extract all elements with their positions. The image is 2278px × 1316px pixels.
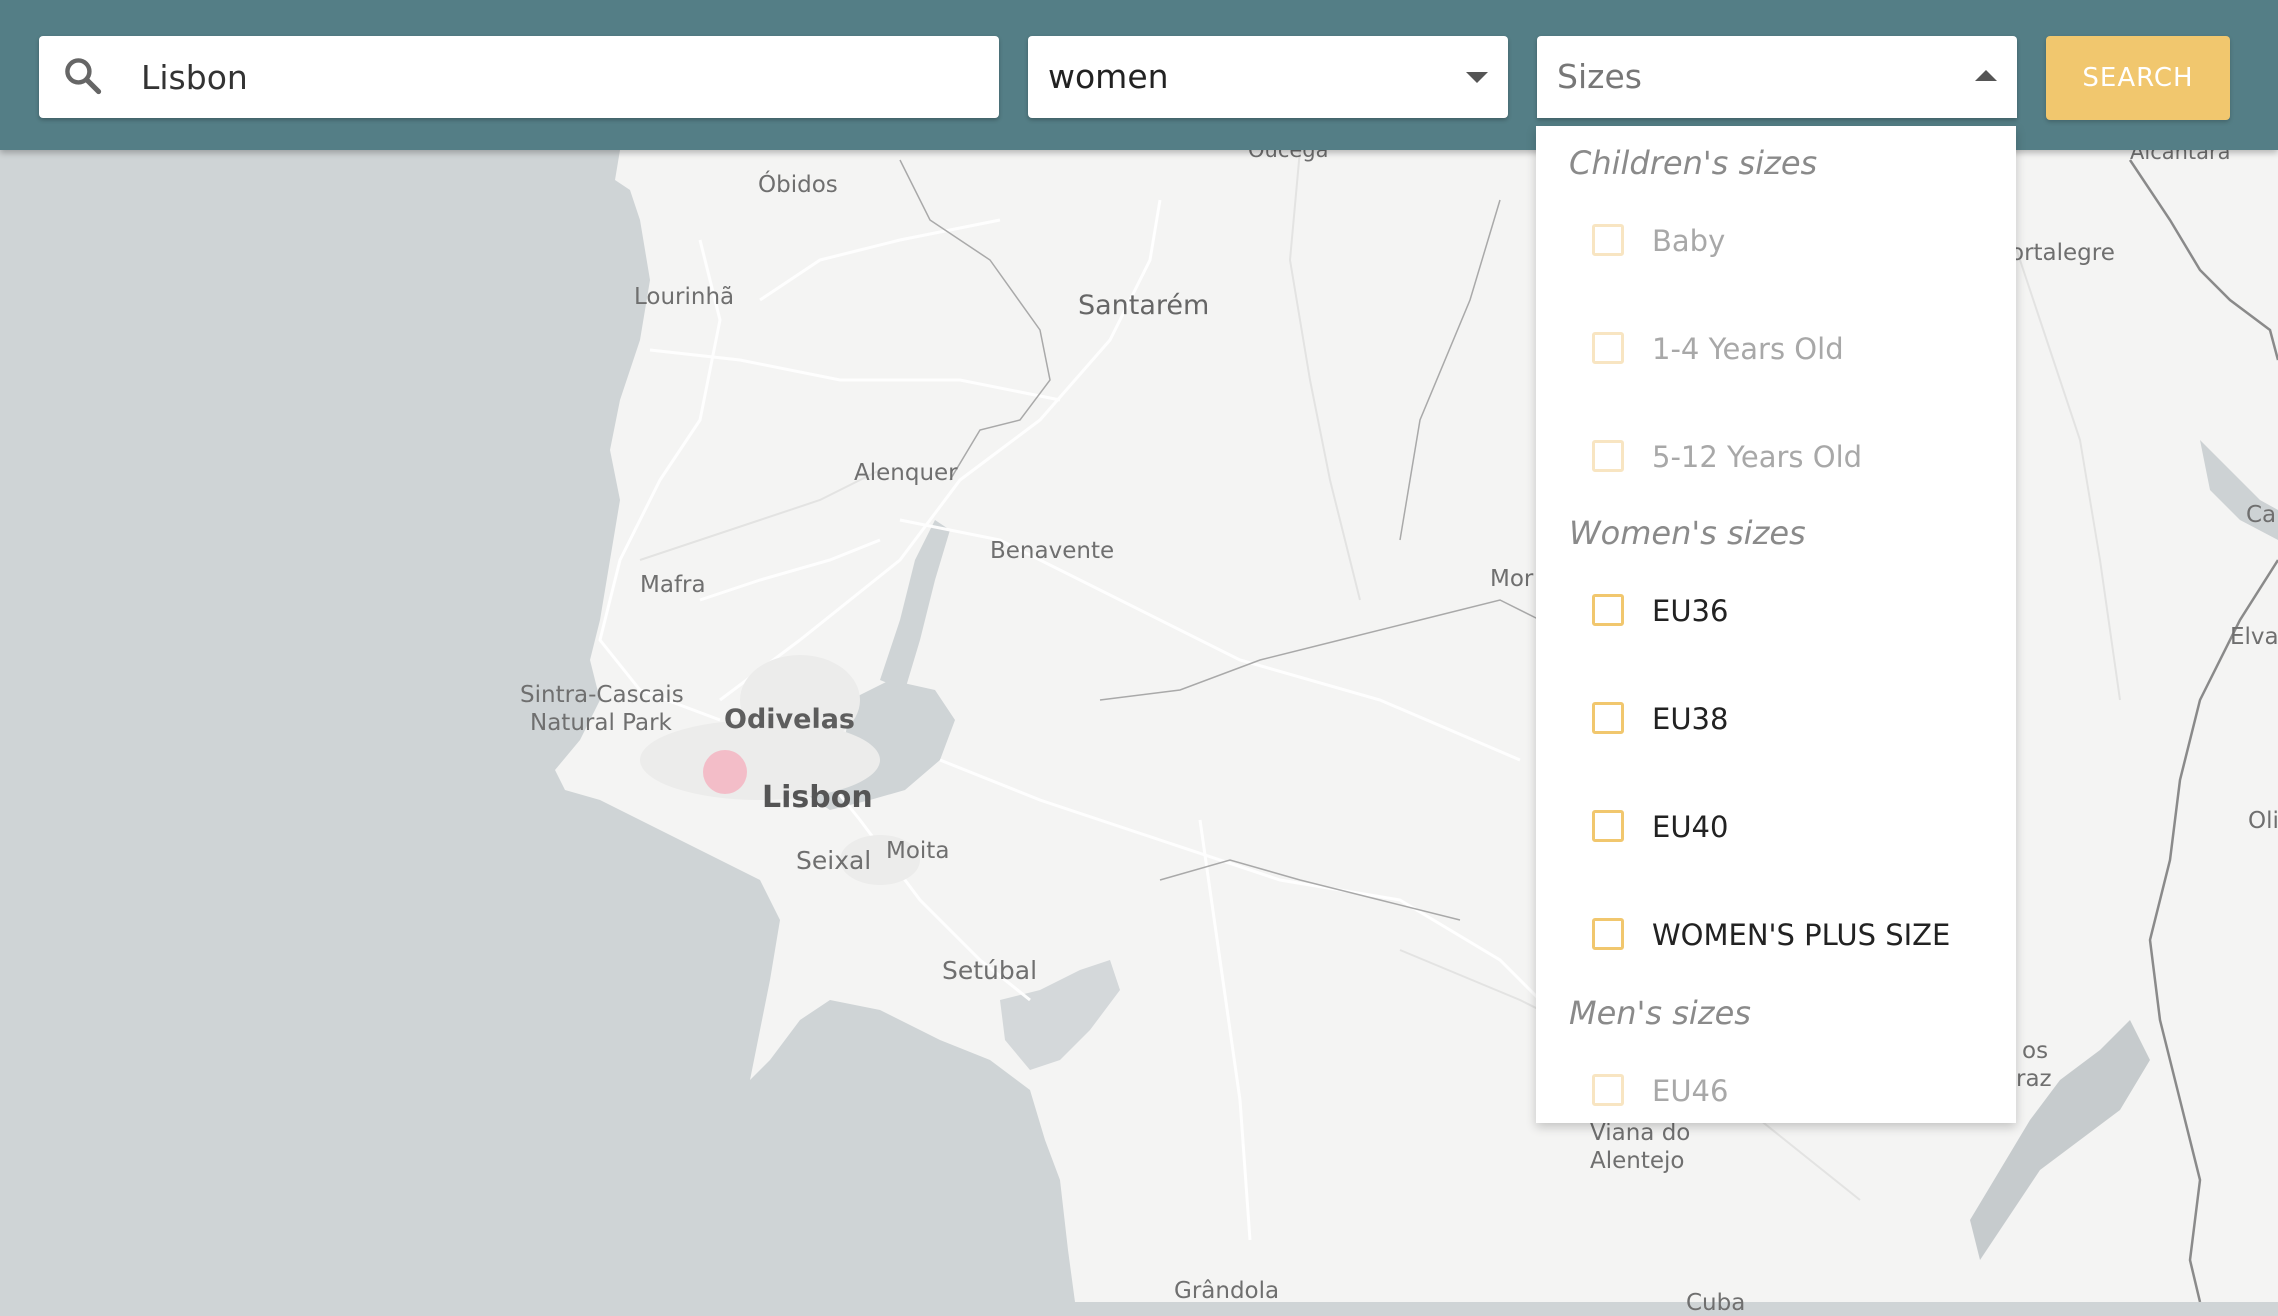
- map-label-santarem: Santarém: [1078, 290, 1210, 321]
- map-label-obidos: Óbidos: [758, 172, 838, 198]
- map-label-elvas: Elvas: [2230, 624, 2278, 650]
- size-option-label: EU46: [1652, 1074, 1729, 1108]
- checkbox: [1592, 440, 1624, 472]
- checkbox[interactable]: [1592, 810, 1624, 842]
- sizes-select[interactable]: Sizes: [1537, 36, 2017, 118]
- map-label-portalegre: ortalegre: [2010, 240, 2115, 266]
- map-label-mafra: Mafra: [640, 572, 706, 598]
- size-option-baby: Baby: [1536, 202, 2016, 282]
- checkbox: [1592, 332, 1624, 364]
- map-label-raz: raz: [2016, 1066, 2052, 1092]
- map-label-moita: Moita: [886, 838, 950, 864]
- map-label-grandola: Grândola: [1174, 1278, 1280, 1304]
- size-option-eu46: EU46: [1536, 1052, 2016, 1123]
- map-label-os: os: [2022, 1038, 2049, 1064]
- category-select[interactable]: women: [1028, 36, 1508, 118]
- map-label-sintra-1: Sintra-Cascais: [520, 682, 684, 708]
- map-label-lisbon: Lisbon: [762, 780, 873, 815]
- size-option-womens-plus-size[interactable]: WOMEN'S PLUS SIZE: [1536, 896, 2016, 976]
- group-title-men: Men's sizes: [1569, 994, 1751, 1032]
- map-label-viana-1: Viana do: [1590, 1120, 1691, 1146]
- size-option-eu36[interactable]: EU36: [1536, 572, 2016, 652]
- size-option-label: Baby: [1652, 224, 1726, 258]
- size-option-1-4-years: 1-4 Years Old: [1536, 310, 2016, 390]
- location-search-input[interactable]: [139, 36, 981, 118]
- sizes-select-value: Sizes: [1557, 57, 1642, 96]
- map-label-sintra-2: Natural Park: [530, 710, 672, 736]
- map-label-cuba: Cuba: [1686, 1290, 1746, 1316]
- map-label-alenquer: Alenquer: [854, 460, 958, 486]
- group-title-women: Women's sizes: [1569, 514, 1806, 552]
- size-option-label: WOMEN'S PLUS SIZE: [1652, 918, 1951, 952]
- size-option-eu40[interactable]: EU40: [1536, 788, 2016, 868]
- map-label-viana-2: Alentejo: [1590, 1148, 1685, 1174]
- checkbox: [1592, 224, 1624, 256]
- size-option-5-12-years: 5-12 Years Old: [1536, 418, 2016, 498]
- caret-down-icon: [1466, 72, 1488, 83]
- map-label-lourinha: Lourinhã: [634, 284, 735, 310]
- search-button[interactable]: SEARCH: [2046, 36, 2230, 120]
- search-icon: [65, 58, 102, 95]
- checkbox[interactable]: [1592, 702, 1624, 734]
- map-label-mor: Mor: [1490, 566, 1534, 592]
- checkbox: [1592, 1074, 1624, 1106]
- checkbox[interactable]: [1592, 918, 1624, 950]
- size-option-label: EU40: [1652, 810, 1729, 844]
- size-option-label: 5-12 Years Old: [1652, 440, 1863, 474]
- checkbox[interactable]: [1592, 594, 1624, 626]
- category-select-value: women: [1048, 57, 1169, 96]
- map-label-setubal: Setúbal: [942, 956, 1038, 985]
- map-label-car: Car: [2246, 502, 2278, 528]
- map-label-benavente: Benavente: [990, 538, 1115, 564]
- sizes-dropdown-menu: Children's sizes Baby 1-4 Years Old 5-12…: [1536, 126, 2016, 1123]
- location-search-box[interactable]: [39, 36, 999, 118]
- caret-up-icon: [1975, 70, 1997, 81]
- map-label-oli: Oli: [2248, 808, 2278, 834]
- map-label-odivelas: Odivelas: [724, 704, 855, 735]
- location-marker[interactable]: [703, 750, 747, 794]
- size-option-label: 1-4 Years Old: [1652, 332, 1844, 366]
- map-label-seixal: Seixal: [796, 846, 872, 875]
- size-option-eu38[interactable]: EU38: [1536, 680, 2016, 760]
- size-option-label: EU38: [1652, 702, 1729, 736]
- size-option-label: EU36: [1652, 594, 1729, 628]
- group-title-children: Children's sizes: [1569, 144, 1818, 182]
